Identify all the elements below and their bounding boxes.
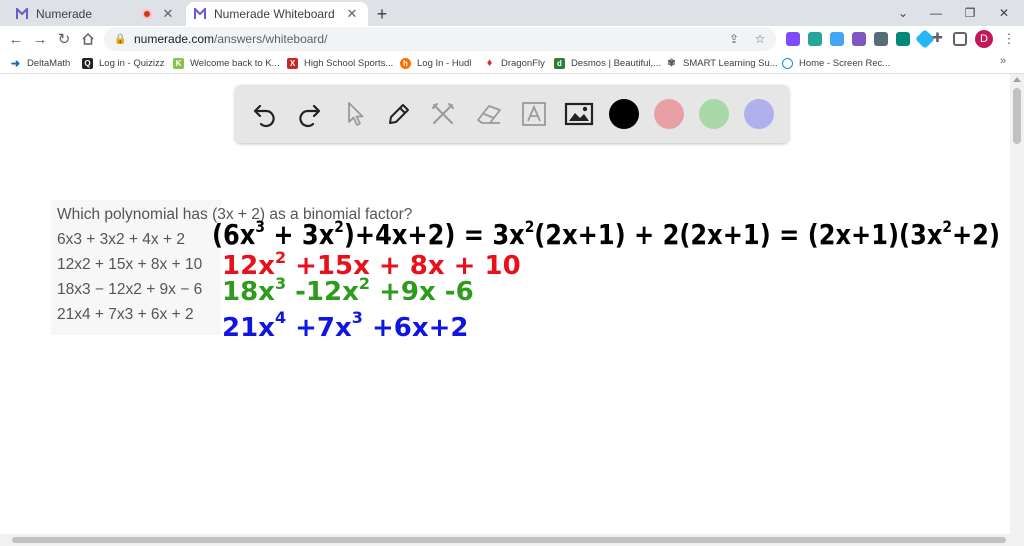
- forward-button[interactable]: →: [30, 29, 50, 49]
- deltamath-icon: ➜: [10, 57, 21, 70]
- bookmark-dragonfly[interactable]: ♦ DragonFly: [484, 55, 545, 71]
- numerade-logo-icon: [16, 6, 28, 20]
- bookmark-screenrec[interactable]: Home - Screen Rec...: [782, 55, 890, 71]
- extension-icon[interactable]: [830, 32, 844, 46]
- bookmark-hudl[interactable]: h Log In - Hudl: [400, 55, 471, 71]
- screenrec-icon: [782, 57, 793, 69]
- url-text[interactable]: numerade.com/answers/whiteboard/: [134, 32, 724, 46]
- close-icon[interactable]: ✕: [344, 6, 360, 22]
- tab-numerade[interactable]: Numerade ✕: [8, 2, 184, 26]
- tab-numerade-whiteboard[interactable]: Numerade Whiteboard ✕: [186, 2, 368, 26]
- bookmark-sports[interactable]: X High School Sports...: [287, 55, 393, 71]
- bookmark-quizizz[interactable]: Q Log in - Quizizz: [82, 55, 164, 71]
- menu-icon[interactable]: ⋮: [1001, 30, 1017, 48]
- bookmark-kahoot[interactable]: K Welcome back to K...: [173, 55, 280, 71]
- chevron-down-icon[interactable]: ⌄: [889, 3, 917, 23]
- restore-button[interactable]: ❐: [956, 3, 984, 23]
- close-window-button[interactable]: ✕: [990, 3, 1018, 23]
- handwriting-green: 18x3 -12x2 +9x -6: [222, 274, 474, 307]
- bookmarks-overflow-icon[interactable]: »: [1000, 55, 1006, 67]
- share-icon[interactable]: ⇪: [724, 29, 744, 49]
- whiteboard-canvas[interactable]: Which polynomial has (3x + 2) as a binom…: [0, 74, 1010, 534]
- kahoot-icon: K: [173, 57, 184, 69]
- extension-icon[interactable]: [896, 32, 910, 46]
- lock-icon: 🔒: [114, 33, 127, 45]
- tab-strip: Numerade ✕ Numerade Whiteboard ✕ + ⌄ — ❐…: [0, 0, 1024, 26]
- bookmark-desmos[interactable]: d Desmos | Beautiful,...: [554, 55, 661, 71]
- extension-icon[interactable]: [852, 32, 866, 46]
- bookmarks-bar: ➜ DeltaMath Q Log in - Quizizz K Welcome…: [0, 52, 1024, 74]
- quizizz-icon: Q: [82, 57, 93, 69]
- minimize-button[interactable]: —: [922, 3, 950, 23]
- extension-icon[interactable]: [808, 32, 822, 46]
- browser-toolbar: ← → ↻ 🔒 numerade.com/answers/whiteboard/…: [0, 26, 1024, 52]
- puzzle-icon[interactable]: ✚: [932, 30, 946, 45]
- star-icon[interactable]: ☆: [750, 29, 770, 49]
- address-bar[interactable]: 🔒 numerade.com/answers/whiteboard/ ⇪ ☆: [104, 27, 776, 51]
- vertical-scrollbar[interactable]: [1010, 74, 1024, 534]
- new-tab-button[interactable]: +: [372, 4, 392, 24]
- tab-title: Numerade: [36, 7, 93, 21]
- bookmark-deltamath[interactable]: ➜ DeltaMath: [10, 55, 70, 71]
- recording-icon: [142, 9, 152, 19]
- extension-icon[interactable]: [874, 32, 888, 46]
- handwriting-black: (6x3 + 3x2)+4x+2) = 3x2(2x+1) + 2(2x+1) …: [212, 217, 1000, 251]
- dragonfly-icon: ♦: [486, 57, 493, 69]
- back-button[interactable]: ←: [6, 29, 26, 49]
- sports-icon: X: [287, 57, 298, 69]
- scrollbar-thumb[interactable]: [12, 537, 1006, 543]
- handwriting-layer: (6x3 + 3x2)+4x+2) = 3x2(2x+1) + 2(2x+1) …: [212, 217, 1000, 343]
- hudl-icon: h: [400, 57, 411, 69]
- smart-icon: ✾: [667, 57, 676, 69]
- close-icon[interactable]: ✕: [160, 6, 176, 22]
- scroll-up-icon[interactable]: [1013, 77, 1021, 82]
- desmos-icon: d: [554, 57, 565, 69]
- avatar[interactable]: D: [975, 30, 993, 48]
- handwriting-blue: 21x4 +7x3 +6x+2: [222, 308, 469, 343]
- numerade-logo-icon: [194, 6, 206, 20]
- bookmark-smart[interactable]: ✾ SMART Learning Su...: [666, 55, 777, 71]
- home-button[interactable]: [78, 29, 98, 49]
- reload-button[interactable]: ↻: [54, 29, 74, 49]
- scrollbar-thumb[interactable]: [1013, 88, 1021, 144]
- sidepanel-icon[interactable]: [953, 32, 967, 46]
- tab-title: Numerade Whiteboard: [214, 7, 335, 21]
- extension-icon[interactable]: [786, 32, 800, 46]
- horizontal-scrollbar[interactable]: [0, 534, 1024, 546]
